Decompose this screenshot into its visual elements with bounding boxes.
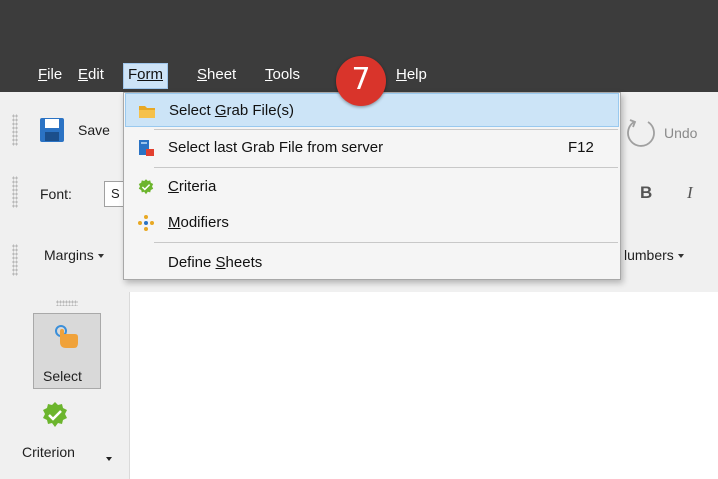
criterion-tool-label: Criterion (22, 444, 75, 460)
toolbar-grip[interactable] (12, 176, 18, 208)
title-bar (0, 0, 718, 56)
menu-item-select-last-grab-file[interactable]: Select last Grab File from server F12 (125, 131, 619, 165)
numbers-dropdown[interactable]: lumbers (624, 247, 684, 263)
floppy-disk-icon (40, 118, 64, 142)
undo-icon (627, 119, 655, 147)
select-tool-label: Select (43, 368, 82, 384)
canvas-area[interactable] (131, 292, 718, 479)
font-select[interactable]: S (104, 181, 124, 207)
server-file-icon (139, 140, 154, 156)
step-number-badge: 7 (336, 56, 386, 106)
menu-separator (154, 167, 618, 168)
menu-item-criteria[interactable]: Criteria (125, 170, 619, 204)
criteria-check-icon (43, 402, 67, 427)
menu-help[interactable]: Help (392, 64, 431, 88)
margins-dropdown[interactable]: Margins (44, 247, 104, 263)
menu-form[interactable]: Form (123, 63, 169, 89)
italic-button[interactable]: I (687, 183, 693, 203)
folder-icon (139, 106, 155, 118)
bold-button[interactable]: B (640, 183, 652, 203)
panel-grip[interactable] (56, 300, 78, 306)
shortcut-f12: F12 (568, 139, 594, 156)
undo-button[interactable]: Undo (624, 116, 697, 150)
criteria-check-icon (138, 179, 154, 195)
menu-separator (154, 242, 618, 243)
menu-item-modifiers[interactable]: Modifiers (125, 206, 619, 240)
modifiers-dots-icon (138, 215, 154, 231)
select-tool-button[interactable]: Select (33, 313, 101, 389)
menu-edit[interactable]: Edit (74, 64, 108, 88)
toolbar-grip[interactable] (12, 114, 18, 146)
menu-separator (154, 129, 618, 130)
caret-down-icon (106, 457, 112, 461)
menu-sheet[interactable]: Sheet (193, 64, 240, 88)
form-menu-dropdown: Select Grab File(s) Select last Grab Fil… (123, 92, 621, 280)
menu-item-define-sheets[interactable]: Define Sheets (125, 246, 619, 280)
caret-down-icon (677, 254, 684, 259)
font-label: Font: (40, 186, 72, 202)
pointing-hand-icon (55, 325, 78, 348)
criterion-tool-button[interactable]: Criterion (20, 400, 120, 470)
menu-tools[interactable]: Tools (261, 64, 304, 88)
toolbar-grip[interactable] (12, 244, 18, 276)
menu-file[interactable]: File (34, 64, 66, 88)
save-button[interactable]: Save (38, 116, 110, 144)
caret-down-icon (97, 254, 104, 259)
